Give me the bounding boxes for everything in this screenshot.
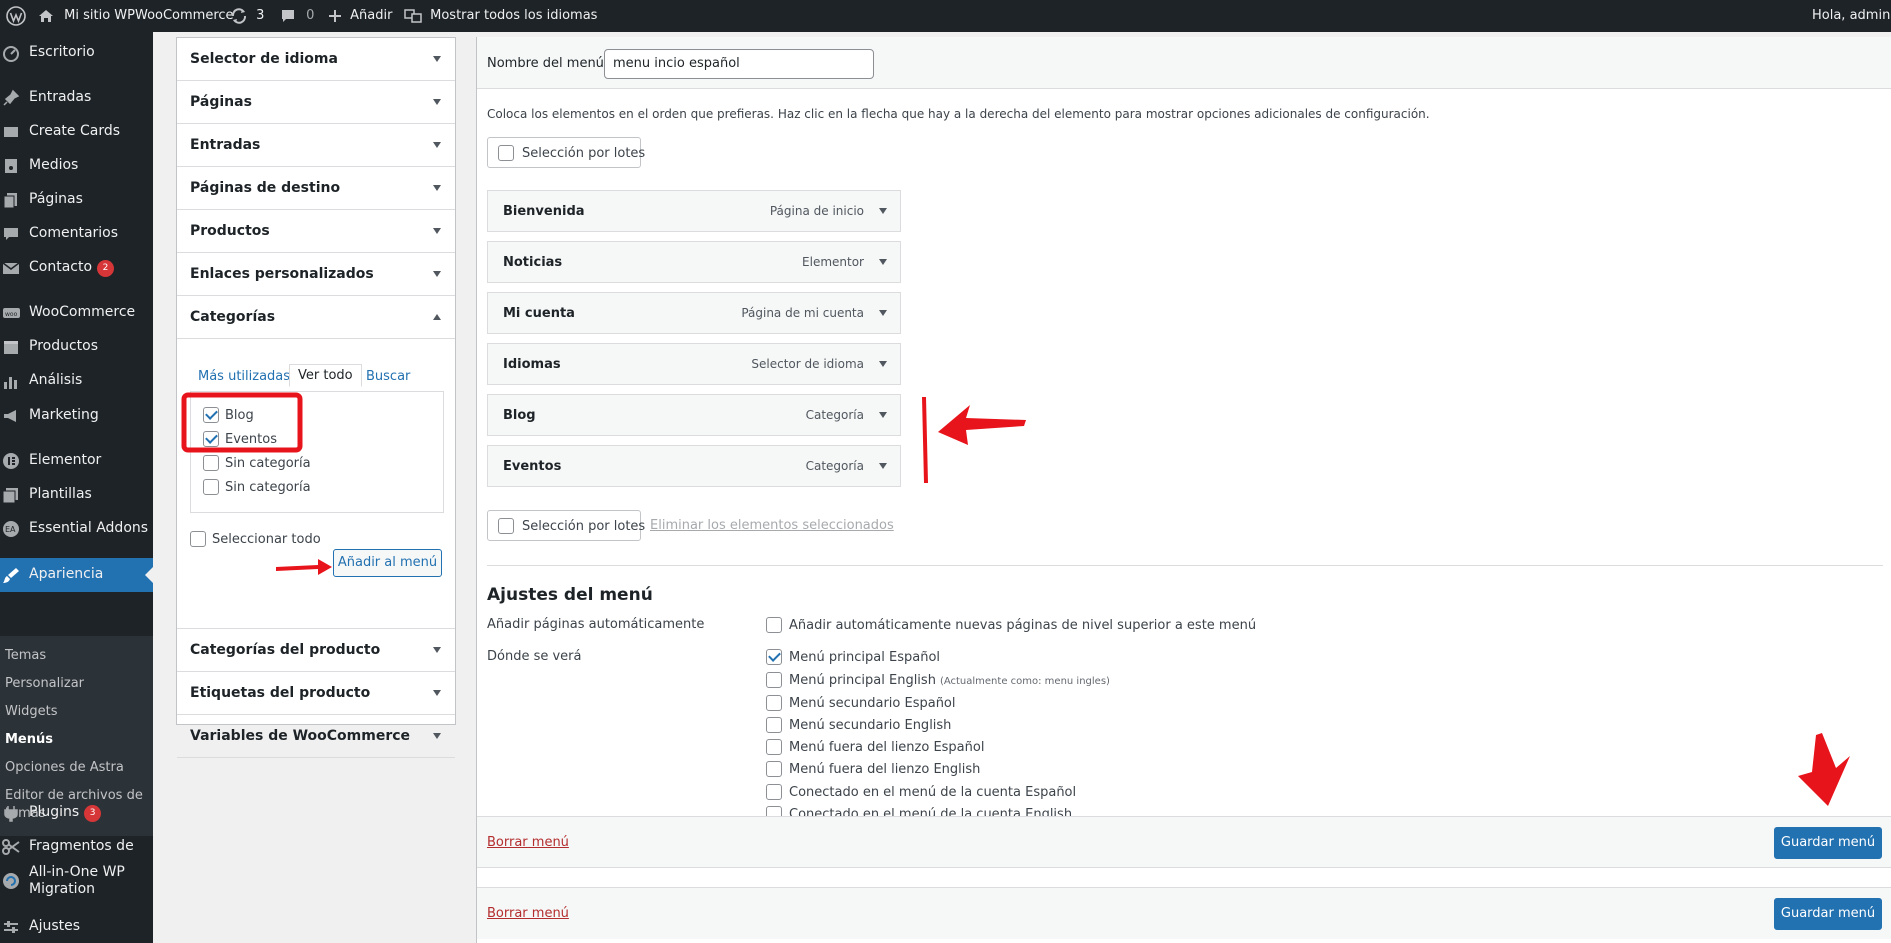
arrow-left-icon [938, 405, 1026, 445]
arrow-right-icon [276, 559, 332, 575]
highlight-box [181, 392, 303, 453]
arrow-down-icon [1798, 733, 1850, 806]
highlight-bar [922, 396, 928, 484]
annotation-overlay [181, 392, 1850, 806]
